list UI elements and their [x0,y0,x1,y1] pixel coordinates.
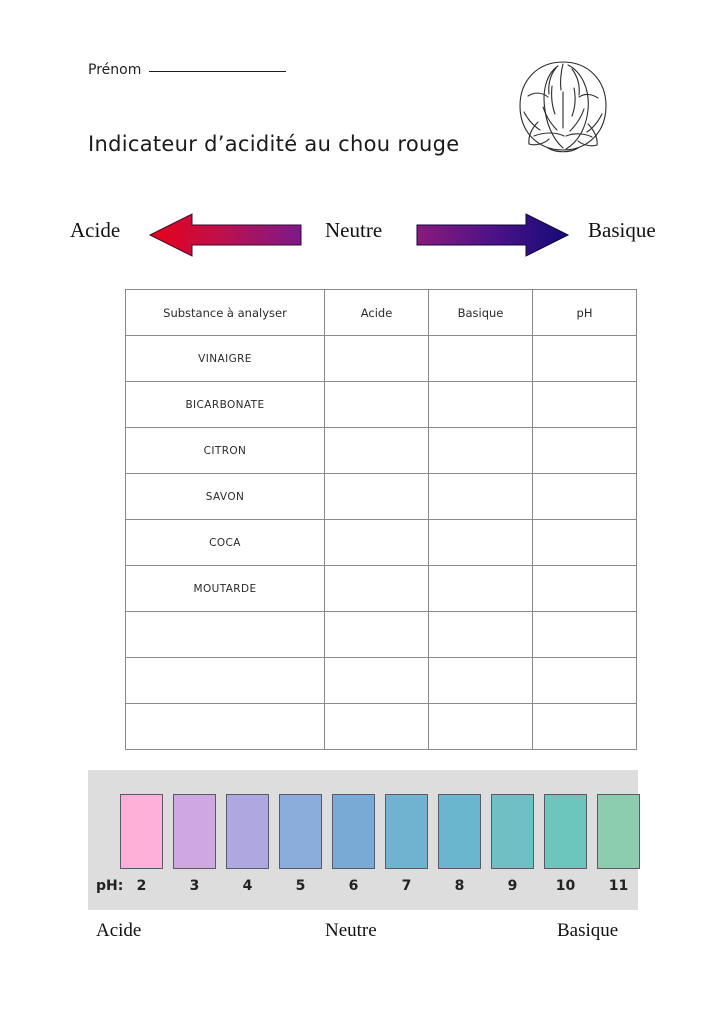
cell-substance: CITRON [125,427,325,474]
ph-swatch [544,794,587,869]
table-row [125,703,637,750]
cell-ph[interactable] [532,611,637,658]
cell-substance: COCA [125,519,325,566]
ph-value-label: 10 [555,878,576,894]
cell-basique[interactable] [428,335,533,382]
cell-basique[interactable] [428,565,533,612]
ph-swatch [226,794,269,869]
column-header-ph: pH [532,289,637,336]
cell-substance: SAVON [125,473,325,520]
ph-value-label: 3 [189,878,200,894]
cell-basique[interactable] [428,519,533,566]
table-row [125,657,637,704]
ph-value-label: 6 [348,878,359,894]
cell-ph[interactable] [532,473,637,520]
ph-swatch [173,794,216,869]
footer-label-basique: Basique [557,920,619,941]
base-arrow-icon [415,212,570,263]
band-label-basique: Basique [588,218,656,242]
cell-acide[interactable] [324,703,429,750]
red-cabbage-icon [508,52,618,164]
ph-value-label: 8 [454,878,465,894]
cell-ph[interactable] [532,657,637,704]
ph-swatch [597,794,640,869]
column-header-basique: Basique [428,289,533,336]
table-row: COCA [125,519,637,566]
ph-swatch [385,794,428,869]
cell-ph[interactable] [532,519,637,566]
ph-value-label: 9 [507,878,518,894]
cell-substance [125,657,325,704]
ph-swatch-strip [120,794,640,869]
cell-basique[interactable] [428,427,533,474]
name-field-row: Prénom [88,62,287,78]
cell-basique[interactable] [428,657,533,704]
cell-acide[interactable] [324,565,429,612]
cell-substance [125,703,325,750]
ph-value-label: 7 [401,878,412,894]
cell-substance [125,611,325,658]
cell-substance: VINAIGRE [125,335,325,382]
cell-ph[interactable] [532,565,637,612]
ph-color-scale-panel: pH: 2 3 4 5 6 7 8 9 10 11 [88,770,640,910]
footer-label-acide: Acide [96,920,142,941]
band-label-neutre: Neutre [325,218,383,242]
cell-acide[interactable] [324,335,429,382]
cell-acide[interactable] [324,427,429,474]
table-row: CITRON [125,427,637,474]
table-row: BICARBONATE [125,381,637,428]
cell-ph[interactable] [532,427,637,474]
table-row: VINAIGRE [125,335,637,382]
ph-swatch [279,794,322,869]
column-header-acide: Acide [324,289,429,336]
cell-acide[interactable] [324,473,429,520]
acidity-scale-band: Acide Neutre Basique [0,206,724,262]
ph-value-label: 11 [608,878,629,894]
cell-substance: BICARBONATE [125,381,325,428]
cell-acide[interactable] [324,657,429,704]
cell-basique[interactable] [428,703,533,750]
ph-swatch [332,794,375,869]
name-field-label: Prénom [88,62,142,78]
column-header-substance: Substance à analyser [125,289,325,336]
cell-ph[interactable] [532,381,637,428]
ph-swatch [491,794,534,869]
footer-label-neutre: Neutre [325,920,377,941]
cell-acide[interactable] [324,381,429,428]
band-label-acide: Acide [70,218,121,242]
substance-analysis-table: Substance à analyser Acide Basique pH VI… [125,289,637,750]
table-row: SAVON [125,473,637,520]
cell-basique[interactable] [428,381,533,428]
acid-arrow-icon [148,212,303,263]
ph-label-row: pH: 2 3 4 5 6 7 8 9 10 11 [88,878,638,900]
cell-ph[interactable] [532,703,637,750]
ph-value-label: 2 [136,878,147,894]
name-field-blank-line[interactable] [149,70,287,72]
table-header-row: Substance à analyser Acide Basique pH [125,289,637,336]
ph-value-label: 5 [295,878,306,894]
ph-value-label: 4 [242,878,253,894]
table-row: MOUTARDE [125,565,637,612]
cell-acide[interactable] [324,519,429,566]
cell-ph[interactable] [532,335,637,382]
ph-swatch [120,794,163,869]
cell-basique[interactable] [428,473,533,520]
table-row [125,611,637,658]
cell-substance: MOUTARDE [125,565,325,612]
ph-swatch [438,794,481,869]
page-title: Indicateur d’acidité au chou rouge [88,132,460,156]
cell-acide[interactable] [324,611,429,658]
cell-basique[interactable] [428,611,533,658]
